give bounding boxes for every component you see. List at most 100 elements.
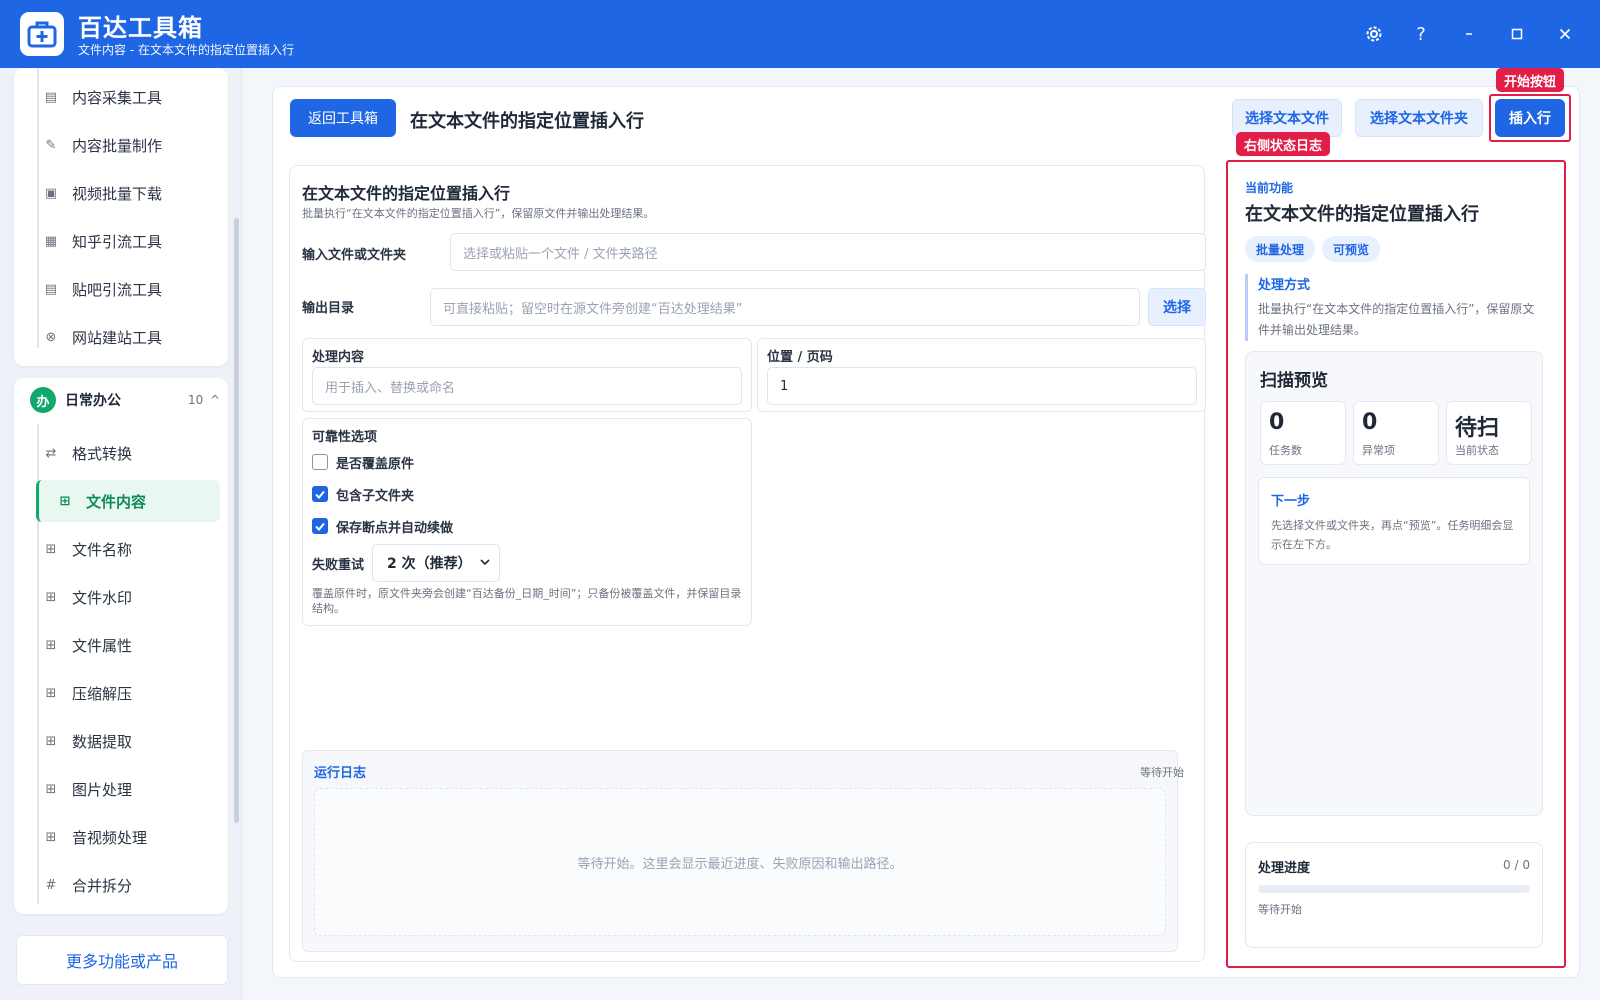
group-title: 日常办公 [65,393,121,409]
sidebar-item-label: 内容批量制作 [72,136,163,155]
position-label: 位置 / 页码 [767,350,833,365]
resume-label: 保存断点并自动续做 [336,521,454,536]
page-title: 在文本文件的指定位置插入行 [410,111,644,132]
output-select-button[interactable]: 选择 [1148,288,1206,326]
sidebar-item-zhihu[interactable]: ▦ 知乎引流工具 [22,220,220,262]
current-feature-caption: 当前功能 [1245,181,1294,195]
sidebar-item-label: 压缩解压 [72,684,133,703]
method-desc: 批量执行“在文本文件的指定位置插入行”，保留原文件并输出处理结果。 [1258,302,1535,337]
input-path-label: 输入文件或文件夹 [302,248,407,263]
stat-label: 当前状态 [1455,444,1499,457]
collect-icon: ▤ [44,89,58,105]
stat-value: 待扫 [1455,416,1500,441]
pen-icon: ✎ [45,137,57,153]
content-input[interactable]: 用于插入、替换或命名 [312,367,742,405]
content-label: 处理内容 [312,350,365,365]
sidebar-item-label: 贴吧引流工具 [72,280,163,299]
sidebar-item-image[interactable]: ⊞ 图片处理 [22,768,220,810]
progress-title: 处理进度 [1258,861,1311,876]
sidebar-item-label: 文件属性 [72,636,133,655]
sidebar-item-file-content[interactable]: ⊞ 文件内容 [36,480,220,522]
chevron-down-icon [479,556,491,572]
next-step-title: 下一步 [1271,494,1311,509]
retry-select[interactable]: 2 次（推荐） [372,544,500,582]
sidebar-item-merge-split[interactable]: # 合并拆分 [22,864,220,906]
input-path-field[interactable]: 选择或粘贴一个文件 / 文件夹路径 [450,233,1206,271]
group-header-office[interactable]: 办 日常办公 10 ^ [14,378,228,422]
output-dir-label: 输出目录 [302,301,355,316]
grid-icon: ⊞ [59,493,71,509]
close-icon[interactable] [1551,20,1579,48]
gear-icon[interactable] [1360,20,1388,48]
sidebar-item-compress[interactable]: ⊞ 压缩解压 [22,672,220,714]
backup-note: 覆盖原件时，原文件夹旁会创建“百达备份_日期_时间”；只备份被覆盖文件，并保留目… [312,587,742,615]
sidebar-item-format-convert[interactable]: ⇄ 格式转换 [22,432,220,474]
run-log-status: 等待开始 [1140,766,1184,779]
sidebar-item-video-download[interactable]: ▣ 视频批量下载 [22,172,220,214]
help-icon[interactable]: ? [1407,20,1435,48]
subfolder-checkbox[interactable] [312,486,328,502]
tag-batch: 批量处理 [1245,236,1315,262]
sidebar-item-file-attr[interactable]: ⊞ 文件属性 [22,624,220,666]
zhihu-icon: ▦ [44,233,58,249]
sidebar-item-batch-create[interactable]: ✎ 内容批量制作 [22,124,220,166]
method-block: 处理方式 批量执行“在文本文件的指定位置插入行”，保留原文件并输出处理结果。 [1245,274,1543,341]
select-folder-button[interactable]: 选择文本文件夹 [1355,99,1483,137]
chevron-up-icon[interactable]: ^ [210,393,220,407]
sidebar-item-website[interactable]: ⊗ 网站建站工具 [22,316,220,358]
app-title: 百达工具箱 [78,14,203,42]
stat-current-status: 待扫 当前状态 [1446,401,1532,465]
more-products-button[interactable]: 更多功能或产品 [16,935,228,985]
sidebar-item-label: 合并拆分 [72,876,133,895]
stat-error-count: 0 异常项 [1353,401,1439,465]
stat-label: 异常项 [1362,444,1395,457]
sidebar-item-label: 视频批量下载 [72,184,163,203]
resume-checkbox[interactable] [312,518,328,534]
run-log-title: 运行日志 [314,766,367,781]
group-count: 10 [188,393,204,407]
next-step-card: 下一步 先选择文件或文件夹，再点“预览”。任务明细会显示在左下方。 [1258,477,1530,565]
position-input[interactable]: 1 [767,367,1197,405]
insert-line-button[interactable]: 插入行 [1495,99,1565,137]
sidebar-item-file-name[interactable]: ⊞ 文件名称 [22,528,220,570]
start-button-tag: 开始按钮 [1496,68,1565,92]
sidebar-item-label: 网站建站工具 [72,328,163,347]
sidebar-item-data-extract[interactable]: ⊞ 数据提取 [22,720,220,762]
sidebar-item-label: 知乎引流工具 [72,232,163,251]
maximize-icon[interactable] [1503,20,1531,48]
retry-label: 失败重试 [312,558,365,573]
sidebar-item-label: 音视频处理 [72,828,148,847]
sidebar-item-av[interactable]: ⊞ 音视频处理 [22,816,220,858]
progress-status: 等待开始 [1258,903,1302,916]
sidebar-item-label: 数据提取 [72,732,133,751]
form-description: 批量执行“在文本文件的指定位置插入行”，保留原文件并输出处理结果。 [302,207,655,220]
overwrite-checkbox[interactable] [312,454,328,470]
minimize-icon[interactable] [1455,20,1483,48]
current-feature-title: 在文本文件的指定位置插入行 [1245,204,1479,225]
grid-icon: ⊞ [45,829,57,845]
grid-icon: ⊞ [45,685,57,701]
retry-value: 2 次（推荐） [387,556,472,572]
status-log-tag: 右侧状态日志 [1236,132,1331,156]
medkit-icon [20,12,64,56]
tag-preview: 可预览 [1322,236,1380,262]
output-dir-field[interactable]: 可直接粘贴；留空时在源文件旁创建“百达处理结果” [430,288,1140,326]
stat-task-count: 0 任务数 [1260,401,1346,465]
sidebar-item-tieba[interactable]: ▤ 贴吧引流工具 [22,268,220,310]
grid-icon: ⊞ [45,589,57,605]
run-log-empty: 等待开始。这里会显示最近进度、失败原因和输出路径。 [314,788,1166,936]
overwrite-label: 是否覆盖原件 [336,457,415,472]
sidebar-item-watermark[interactable]: ⊞ 文件水印 [22,576,220,618]
app-subtitle: 文件内容 - 在文本文件的指定位置插入行 [78,43,294,57]
grid-icon: ⊞ [45,733,57,749]
stat-label: 任务数 [1269,444,1302,457]
sidebar-item-collect[interactable]: ▤ 内容采集工具 [22,76,220,118]
stat-value: 0 [1269,410,1285,435]
next-step-desc: 先选择文件或文件夹，再点“预览”。任务明细会显示在左下方。 [1271,519,1514,551]
progress-track [1258,885,1530,893]
sidebar-scrollbar[interactable] [234,218,239,823]
sidebar-item-label: 内容采集工具 [72,88,163,107]
stat-value: 0 [1362,410,1378,435]
sidebar-item-label: 文件内容 [86,492,147,511]
back-button[interactable]: 返回工具箱 [290,99,396,137]
